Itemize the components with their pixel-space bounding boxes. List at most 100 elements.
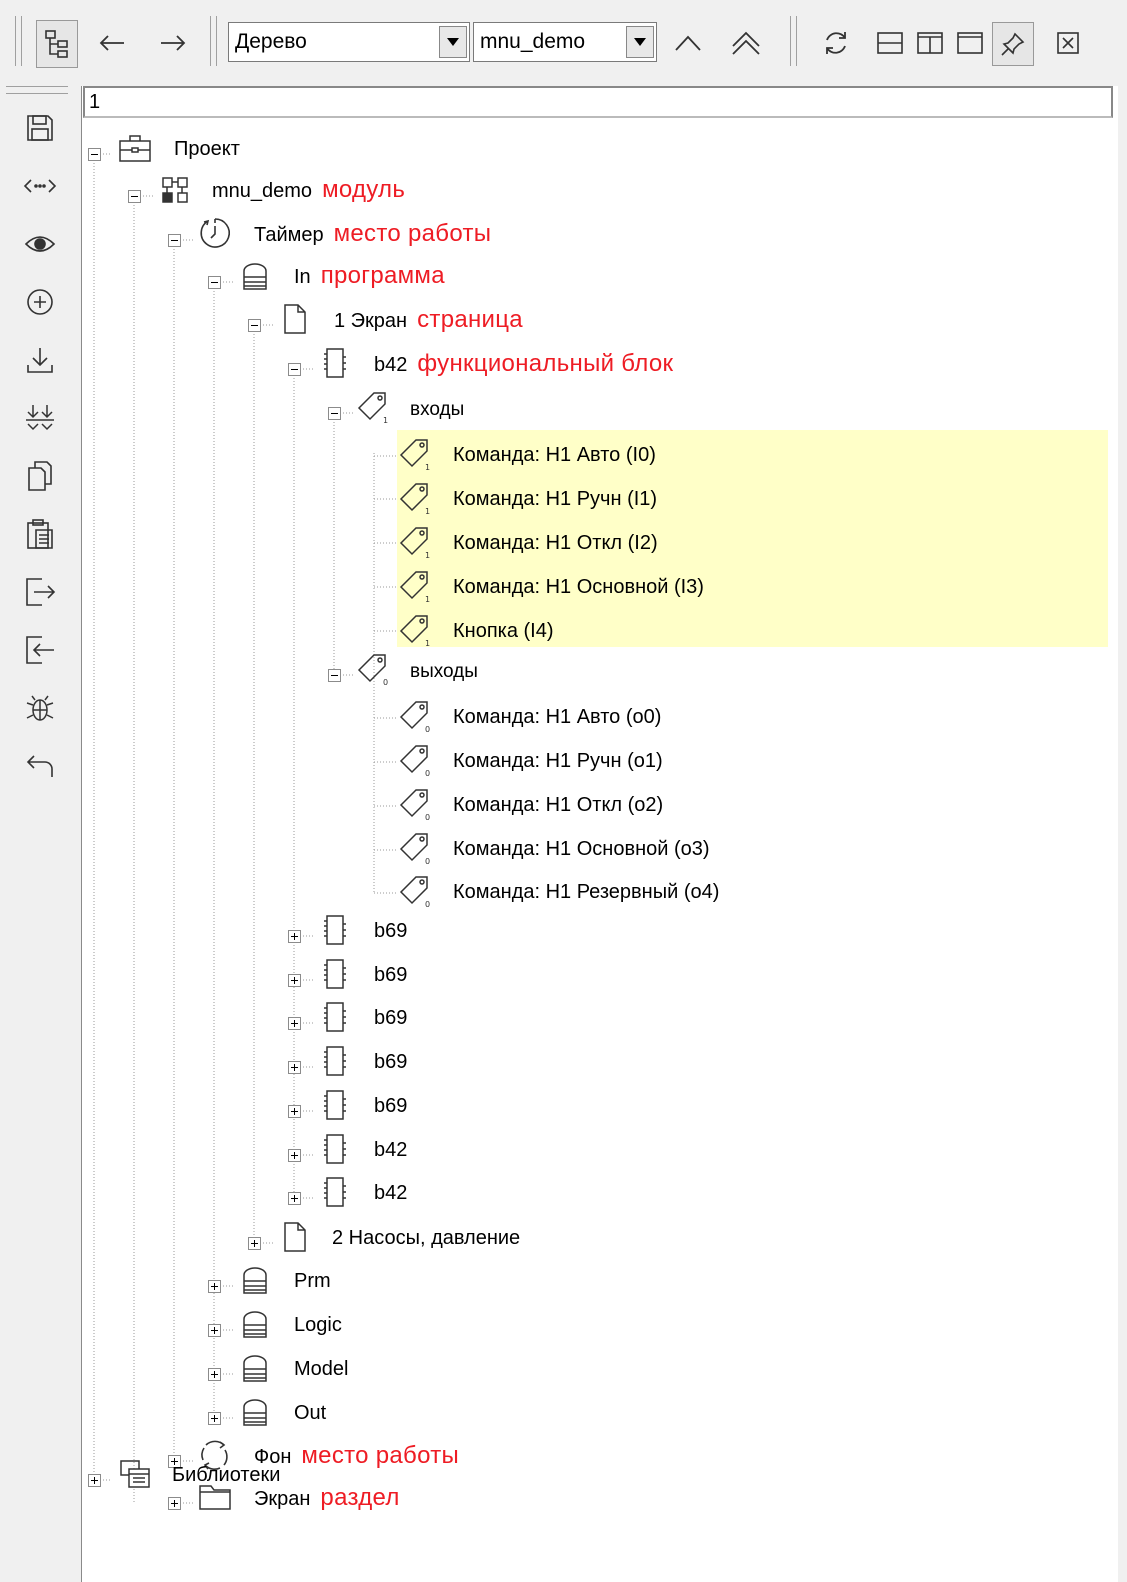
tree-item-input[interactable]: Команда: Н1 Основной (I3) <box>453 575 704 599</box>
view-button[interactable] <box>20 224 60 264</box>
tree-item-libraries[interactable]: Библиотеки <box>172 1463 280 1487</box>
collapse-toggle[interactable] <box>288 363 301 376</box>
tree-item-output[interactable]: Команда: Н1 Ручн (o1) <box>453 749 663 773</box>
view-select-arrow[interactable] <box>439 26 467 58</box>
tree-item-block[interactable]: b69 <box>374 1094 407 1118</box>
tree-item-input[interactable]: Команда: Н1 Откл (I2) <box>453 531 658 555</box>
paste-button[interactable] <box>20 514 60 554</box>
expand-toggle[interactable] <box>168 1497 181 1510</box>
back-button[interactable] <box>94 25 130 61</box>
tree-item-program-icon <box>238 1351 272 1385</box>
expand-toggle[interactable] <box>248 1237 261 1250</box>
collapse-toggle[interactable] <box>248 319 261 332</box>
svg-text:1: 1 <box>425 595 430 603</box>
expand-toggle[interactable] <box>208 1324 221 1337</box>
layout-vertical-button[interactable] <box>912 25 948 61</box>
tree-item-program[interactable]: Out <box>294 1401 326 1425</box>
collapse-toggle[interactable] <box>208 276 221 289</box>
expand-toggle[interactable] <box>88 1474 101 1487</box>
layout-horizontal-button[interactable] <box>872 25 908 61</box>
save-button[interactable] <box>20 108 60 148</box>
tree-item-program[interactable]: Prm <box>294 1269 331 1293</box>
undo-icon <box>26 755 53 777</box>
tree-item-program[interactable]: Model <box>294 1357 348 1381</box>
tree-item-page1[interactable]: 1 Экран страница <box>334 308 523 333</box>
expand-toggle[interactable] <box>208 1368 221 1381</box>
tree-item-output[interactable]: Команда: Н1 Авто (o0) <box>453 705 661 729</box>
move-up-button[interactable] <box>670 25 706 61</box>
tree-item-program-in[interactable]: In программа <box>294 264 445 289</box>
save-icon <box>27 115 53 141</box>
undo-button[interactable] <box>20 746 60 786</box>
svg-text:0: 0 <box>425 857 430 865</box>
debug-button[interactable] <box>20 688 60 728</box>
expand-toggle[interactable] <box>208 1280 221 1293</box>
refresh-button[interactable] <box>818 25 854 61</box>
tree-item-module[interactable]: mnu_demo модуль <box>212 178 405 203</box>
module-select[interactable]: mnu_demo <box>473 22 657 62</box>
layout-single-icon <box>957 32 983 54</box>
close-button[interactable] <box>1050 25 1086 61</box>
expand-toggle[interactable] <box>288 1061 301 1074</box>
expand-toggle[interactable] <box>288 974 301 987</box>
collapse-toggle[interactable] <box>328 407 341 420</box>
tree-item-block[interactable]: b69 <box>374 1006 407 1030</box>
tree-item-output[interactable]: Команда: Н1 Основной (o3) <box>453 837 710 861</box>
layout-single-button[interactable] <box>952 25 988 61</box>
library-icon <box>120 1460 150 1488</box>
code-button[interactable] <box>20 166 60 206</box>
tree-item-block[interactable]: b69 <box>374 919 407 943</box>
tree-item-output[interactable]: Команда: Н1 Откл (o2) <box>453 793 663 817</box>
expand-toggle[interactable] <box>288 1017 301 1030</box>
collapse-toggle[interactable] <box>88 148 101 161</box>
pin-button[interactable] <box>992 22 1034 66</box>
expand-toggle[interactable] <box>208 1412 221 1425</box>
tree-item-outputs[interactable]: выходы <box>410 660 478 684</box>
download-button[interactable] <box>20 340 60 380</box>
tree-item-block[interactable]: b69 <box>374 963 407 987</box>
tree-item-input[interactable]: Команда: Н1 Авто (I0) <box>453 443 656 467</box>
copy-button[interactable] <box>20 456 60 496</box>
tree-item-program-icon <box>238 1307 272 1341</box>
tree-item-output[interactable]: Команда: Н1 Резервный (o4) <box>453 880 719 904</box>
toolbar-grip[interactable] <box>15 16 22 66</box>
tree-item-inputs[interactable]: входы <box>410 398 464 422</box>
collapse-toggle[interactable] <box>128 190 141 203</box>
program-icon <box>243 1355 267 1382</box>
tree-item-block-icon <box>318 1175 352 1209</box>
expand-toggle[interactable] <box>288 930 301 943</box>
view-select[interactable]: Дерево <box>228 22 470 62</box>
tree-item-program[interactable]: Logic <box>294 1313 342 1337</box>
tree-item-block[interactable]: b69 <box>374 1050 407 1074</box>
forward-arrow-icon <box>161 35 186 51</box>
tree-item-fon[interactable]: Фон место работы <box>254 1444 459 1469</box>
tree-item-timer[interactable]: Таймер место работы <box>254 222 491 247</box>
add-button[interactable] <box>20 282 60 322</box>
back-arrow-icon <box>99 35 124 51</box>
tree-item-page2[interactable]: 2 Насосы, давление <box>332 1226 520 1250</box>
module-select-arrow[interactable] <box>626 26 654 58</box>
tree-item-screen[interactable]: Экран раздел <box>254 1486 400 1511</box>
download-all-button[interactable] <box>20 398 60 438</box>
collapse-toggle[interactable] <box>168 234 181 247</box>
pin-icon <box>1001 32 1025 56</box>
tree-item-input[interactable]: Кнопка (I4) <box>453 619 554 643</box>
expand-toggle[interactable] <box>288 1149 301 1162</box>
path-field[interactable]: 1 <box>83 86 1113 118</box>
tree-item-block-b42[interactable]: b42 функциональный блок <box>374 352 673 377</box>
tree-item-project[interactable]: Проект <box>174 137 240 161</box>
sidebar-grip[interactable] <box>6 86 68 94</box>
forward-button[interactable] <box>155 25 191 61</box>
export-button[interactable] <box>20 572 60 612</box>
tree-view-button[interactable] <box>36 20 78 68</box>
tree-item-input[interactable]: Команда: Н1 Ручн (I1) <box>453 487 657 511</box>
input-tag-icon: 1 <box>398 437 432 471</box>
collapse-toggle[interactable] <box>328 669 341 682</box>
expand-toggle[interactable] <box>288 1105 301 1118</box>
toolbar-separator <box>210 16 217 66</box>
tree-item-block[interactable]: b42 <box>374 1181 407 1205</box>
move-top-button[interactable] <box>728 25 764 61</box>
tree-item-block[interactable]: b42 <box>374 1138 407 1162</box>
expand-toggle[interactable] <box>288 1192 301 1205</box>
import-button[interactable] <box>20 630 60 670</box>
